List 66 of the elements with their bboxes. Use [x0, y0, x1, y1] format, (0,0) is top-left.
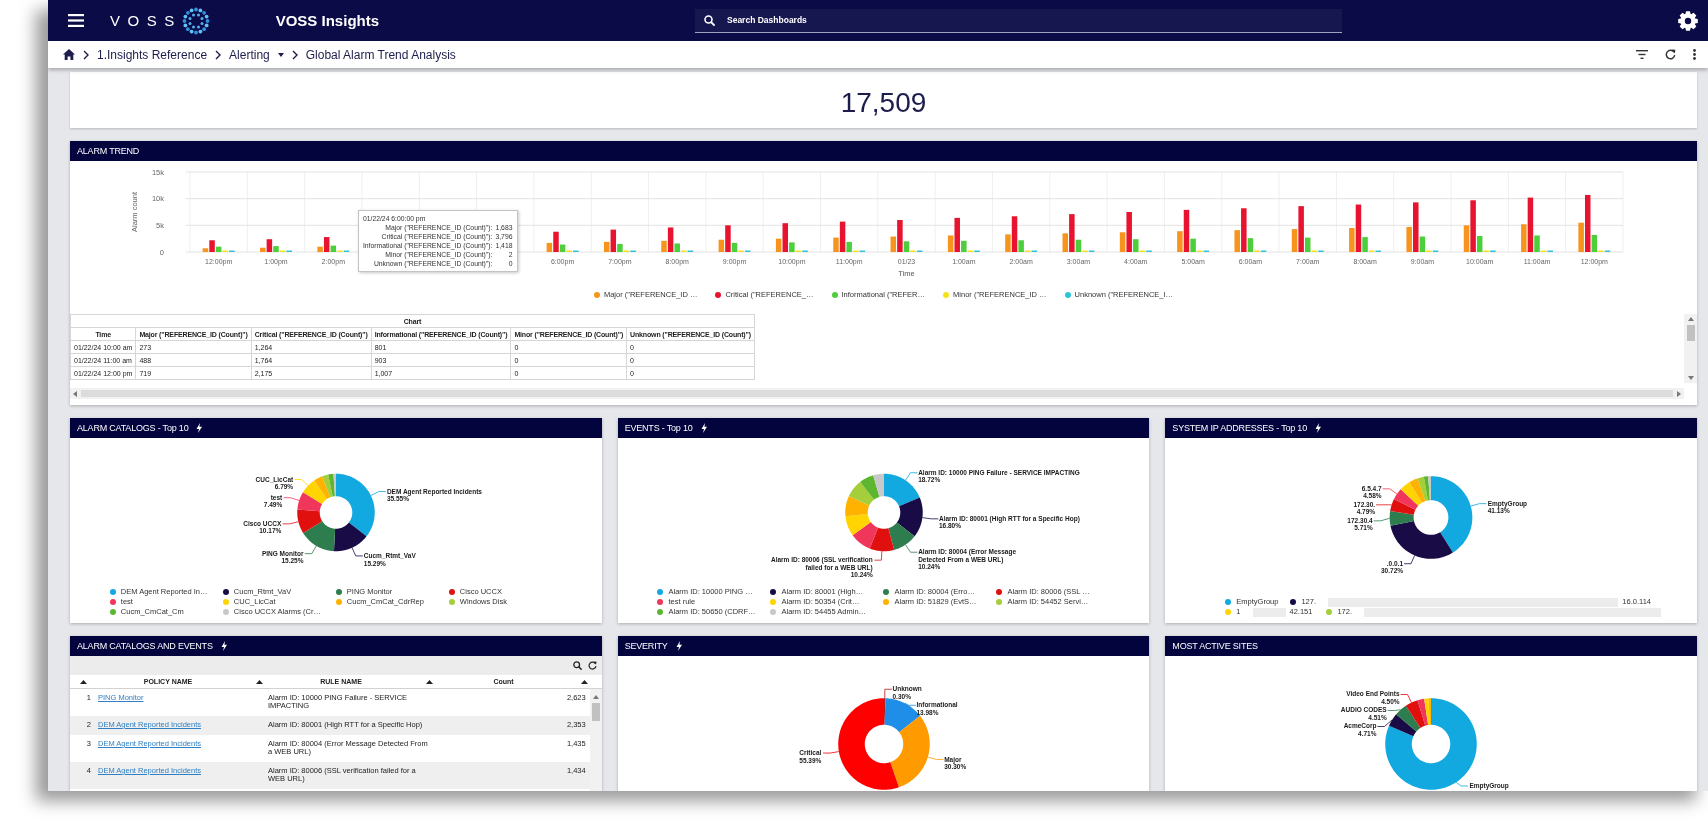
total-count: 17,509 [840, 86, 927, 119]
breadcrumb-link[interactable]: Alerting [229, 47, 270, 62]
refresh-icon[interactable] [587, 661, 597, 670]
leader-line [282, 521, 299, 525]
filter-icon[interactable] [1636, 50, 1648, 59]
scrollbar-thumb[interactable] [591, 703, 600, 721]
leader-line [884, 688, 892, 699]
leader-line [1470, 503, 1488, 507]
search-icon[interactable] [572, 661, 582, 670]
breadcrumb-link[interactable]: Global Alarm Trend Analysis [305, 47, 456, 62]
refresh-icon[interactable] [1665, 49, 1676, 60]
logo-text: VOSS [110, 13, 182, 28]
leader-line [294, 479, 309, 487]
horizontal-scrollbar[interactable] [70, 388, 1684, 399]
leader-line [1400, 694, 1413, 704]
sort-icon[interactable] [256, 679, 263, 684]
sort-icon[interactable] [80, 679, 87, 684]
app-title: VOSS Insights [275, 12, 380, 29]
caret-up-icon[interactable] [1687, 317, 1694, 321]
leader-line [1382, 488, 1398, 495]
menu-icon[interactable] [68, 14, 84, 27]
leader-line [927, 756, 944, 760]
home-icon[interactable] [63, 49, 75, 60]
vertical-scrollbar[interactable] [1684, 314, 1697, 383]
leader-line [904, 702, 916, 706]
chevron-icon [215, 49, 222, 60]
breadcrumb-link[interactable]: 1.Insights Reference [97, 47, 208, 62]
leader-line [1403, 555, 1416, 565]
caret-left-icon[interactable] [73, 390, 77, 397]
leader-line [1387, 709, 1402, 711]
leader-line [1373, 517, 1391, 522]
search-icon [704, 14, 715, 26]
search-bar[interactable]: Search Dashboards [695, 8, 1342, 33]
panel-title: MOST ACTIVE SITES [1172, 641, 1258, 651]
leader-line [351, 547, 364, 557]
leader-line [1377, 719, 1393, 727]
leader-line [822, 751, 839, 754]
sort-icon[interactable] [581, 679, 588, 684]
leader-line [304, 545, 317, 555]
logo-icon [181, 6, 210, 35]
panel-title: SYSTEM IP ADDRESSES - Top 10 [1172, 423, 1307, 433]
search-field[interactable]: Search Dashboards [727, 10, 1342, 30]
leader-line [921, 517, 939, 520]
panel-title: ALARM CATALOGS AND EVENTS [77, 641, 213, 651]
caret-right-icon[interactable] [1677, 390, 1681, 397]
caret-icon[interactable] [277, 52, 284, 57]
leader-line [283, 497, 300, 501]
settings-icon[interactable] [1678, 10, 1698, 31]
chevron-icon [83, 49, 89, 60]
panel-title: ALARM TREND [77, 146, 140, 156]
leader-line [873, 550, 882, 561]
leader-line [904, 472, 918, 481]
leader-line [1376, 504, 1393, 506]
vertical-scrollbar[interactable] [589, 689, 602, 791]
panel-title: ALARM CATALOGS - Top 10 [77, 423, 189, 433]
leader-line [1456, 781, 1469, 787]
more-icon[interactable] [1693, 49, 1696, 60]
sort-icon[interactable] [426, 679, 433, 684]
caret-up-icon[interactable] [592, 695, 599, 699]
scrollbar-thumb[interactable] [1686, 325, 1695, 341]
chevron-icon [291, 49, 298, 60]
leader-line [370, 491, 387, 496]
panel-title: SEVERITY [624, 641, 668, 651]
leader-line [904, 544, 918, 553]
panel-title: EVENTS - Top 10 [624, 423, 693, 433]
caret-down-icon[interactable] [1687, 376, 1694, 380]
